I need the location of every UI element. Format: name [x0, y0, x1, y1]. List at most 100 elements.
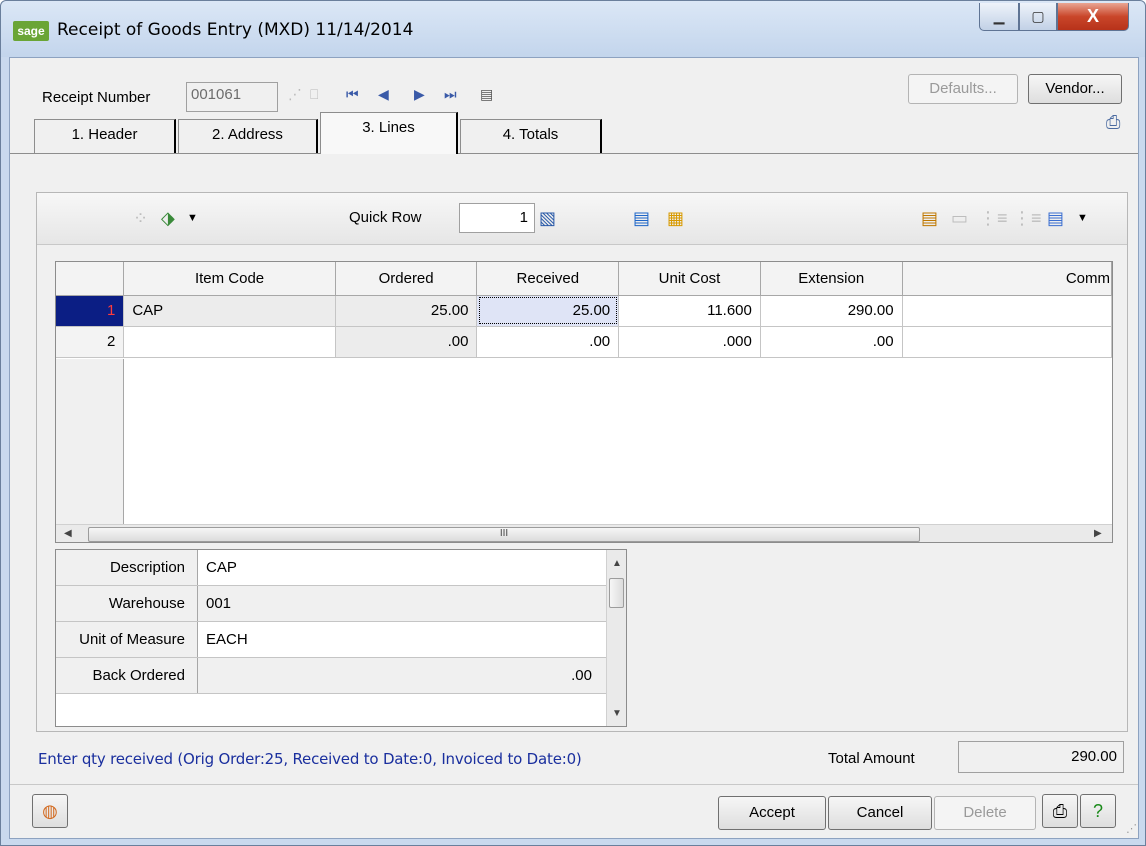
detail-row-description: Description CAP: [56, 550, 606, 586]
row-number[interactable]: 1: [56, 295, 125, 327]
detail-row-back-ordered: Back Ordered .00: [56, 658, 606, 694]
layout-icon[interactable]: ▤: [1047, 207, 1064, 229]
delete-row-icon[interactable]: ▭: [951, 207, 968, 229]
receipt-number-field[interactable]: 001061: [186, 82, 278, 112]
column-header-extension[interactable]: Extension: [760, 262, 903, 296]
copy-receipt-icon[interactable]: ⎕: [310, 86, 318, 103]
resize-grip-icon[interactable]: ⋰: [1126, 822, 1137, 835]
total-amount-value: 290.00: [958, 741, 1124, 773]
ordered-cell: .00: [335, 326, 478, 358]
title-bar[interactable]: sage Receipt of Goods Entry (MXD) 11/14/…: [1, 1, 1145, 57]
unit-of-measure-value[interactable]: EACH: [206, 622, 248, 657]
table-row[interactable]: 2 .00 .00 .000 .00: [56, 326, 1112, 358]
vendor-button[interactable]: Vendor...: [1028, 74, 1122, 104]
print-button[interactable]: ⎙: [1042, 794, 1078, 828]
row-number[interactable]: 2: [56, 326, 125, 358]
help-icon: ?: [1092, 801, 1103, 821]
description-value[interactable]: CAP: [206, 550, 237, 585]
column-header-received[interactable]: Received: [476, 262, 620, 296]
insert-row-icon[interactable]: ⁘: [133, 207, 148, 229]
description-label: Description: [56, 550, 198, 585]
item-code-cell[interactable]: [123, 326, 336, 358]
accept-button-label: Accept: [749, 804, 795, 821]
defaults-button-label: Defaults...: [929, 80, 997, 97]
total-amount-label: Total Amount: [828, 750, 915, 767]
lines-tab-panel: ⁘ ⬗ ▼ Quick Row 1 ▧ ▤ ▦ ▤ ▭ ⋮≡ ⋮≡ ▤ ▼ It…: [10, 153, 1138, 739]
quick-row-label: Quick Row: [349, 209, 422, 226]
warehouse-value: 001: [206, 595, 232, 612]
lines-toolbar: ⁘ ⬗ ▼ Quick Row 1 ▧ ▤ ▦ ▤ ▭ ⋮≡ ⋮≡ ▤ ▼: [37, 193, 1127, 245]
delete-button[interactable]: Delete: [934, 796, 1036, 830]
lines-grid: Item Code Ordered Received Unit Cost Ext…: [55, 261, 1113, 543]
customize-icon[interactable]: ▤: [921, 207, 938, 229]
bottom-separator: [10, 784, 1138, 785]
detail-row-unit-of-measure: Unit of Measure EACH: [56, 622, 606, 658]
column-header-unit-cost[interactable]: Unit Cost: [618, 262, 761, 296]
table-row[interactable]: 1 CAP 25.00 25.00 11.600 290.00: [56, 295, 1112, 327]
detail-vertical-scrollbar[interactable]: ▲ ▼: [606, 550, 626, 726]
close-button[interactable]: X: [1057, 3, 1129, 31]
tab-lines[interactable]: 3. Lines: [320, 112, 458, 154]
status-message: Enter qty received (Orig Order:25, Recei…: [38, 750, 582, 768]
help-button[interactable]: ?: [1080, 794, 1116, 828]
grid-settings-icon[interactable]: ▦: [667, 207, 684, 229]
collapse-icon[interactable]: ⋮≡: [1013, 207, 1042, 229]
column-header-ordered[interactable]: Ordered: [335, 262, 478, 296]
extension-cell[interactable]: 290.00: [760, 295, 903, 327]
comment-icon[interactable]: ▤: [633, 207, 650, 229]
scroll-left-icon[interactable]: ◀: [64, 528, 72, 539]
received-cell[interactable]: .00: [476, 326, 620, 358]
item-lookup-icon[interactable]: ⬗: [161, 207, 175, 229]
last-record-icon[interactable]: ⏭: [444, 86, 457, 103]
dropdown-arrow-icon[interactable]: ▼: [187, 207, 198, 229]
tab-header[interactable]: 1. Header: [34, 119, 176, 153]
first-record-icon[interactable]: ⏮: [346, 86, 359, 103]
receipt-number-label: Receipt Number: [42, 89, 151, 106]
unit-cost-cell[interactable]: 11.600: [618, 295, 761, 327]
expand-icon[interactable]: ⋮≡: [979, 207, 1008, 229]
layout-dropdown-arrow-icon[interactable]: ▼: [1077, 207, 1088, 229]
horizontal-scrollbar[interactable]: ◀ III ▶: [56, 524, 1112, 542]
minimize-button[interactable]: ▁: [979, 3, 1019, 31]
received-cell[interactable]: 25.00: [476, 295, 620, 327]
scroll-down-icon[interactable]: ▼: [612, 708, 622, 719]
unit-cost-cell[interactable]: .000: [618, 326, 761, 358]
vertical-scroll-thumb[interactable]: [609, 578, 624, 608]
lookup-list-icon[interactable]: ▤: [480, 86, 493, 103]
column-header-row-number: [56, 262, 125, 296]
go-to-row-icon[interactable]: ▧: [539, 207, 556, 229]
comment-cell[interactable]: [902, 295, 1112, 327]
ordered-cell: 25.00: [335, 295, 478, 327]
tab-address[interactable]: 2. Address: [178, 119, 318, 153]
launcher-button[interactable]: ◍: [32, 794, 68, 828]
cancel-button-label: Cancel: [856, 804, 904, 821]
previous-record-icon[interactable]: ◀: [378, 86, 389, 103]
vendor-button-label: Vendor...: [1045, 80, 1105, 97]
column-header-item-code[interactable]: Item Code: [123, 262, 336, 296]
extension-cell[interactable]: .00: [760, 326, 903, 358]
comment-cell[interactable]: [902, 326, 1112, 358]
quick-row-input[interactable]: 1: [459, 203, 535, 233]
lines-table: Item Code Ordered Received Unit Cost Ext…: [56, 262, 1112, 358]
scroll-right-icon[interactable]: ▶: [1094, 528, 1102, 539]
grid-header-row: Item Code Ordered Received Unit Cost Ext…: [56, 262, 1112, 296]
client-area: Receipt Number 001061 ⋰ ⎕ ⏮ ◀ ▶ ⏭ ▤ Defa…: [9, 57, 1139, 839]
lines-panel: ⁘ ⬗ ▼ Quick Row 1 ▧ ▤ ▦ ▤ ▭ ⋮≡ ⋮≡ ▤ ▼ It…: [36, 192, 1128, 732]
column-header-comment[interactable]: Comm: [902, 262, 1112, 296]
accept-button[interactable]: Accept: [718, 796, 826, 830]
tab-totals[interactable]: 4. Totals: [460, 119, 602, 153]
horizontal-scroll-thumb[interactable]: III: [88, 527, 920, 542]
detail-row-warehouse: Warehouse 001: [56, 586, 606, 622]
item-code-cell[interactable]: CAP: [123, 295, 336, 327]
row-header-strip: [56, 359, 124, 542]
line-detail-panel: Description CAP Warehouse 001 Unit of Me…: [55, 549, 627, 727]
scroll-up-icon[interactable]: ▲: [612, 558, 622, 569]
maximize-button[interactable]: ▢: [1019, 3, 1057, 31]
warehouse-label: Warehouse: [56, 586, 198, 621]
new-receipt-icon[interactable]: ⋰: [288, 86, 302, 103]
defaults-button[interactable]: Defaults...: [908, 74, 1018, 104]
print-preview-icon[interactable]: ⎙: [1106, 112, 1120, 133]
cancel-button[interactable]: Cancel: [828, 796, 932, 830]
app-window: sage Receipt of Goods Entry (MXD) 11/14/…: [0, 0, 1146, 846]
next-record-icon[interactable]: ▶: [414, 86, 425, 103]
